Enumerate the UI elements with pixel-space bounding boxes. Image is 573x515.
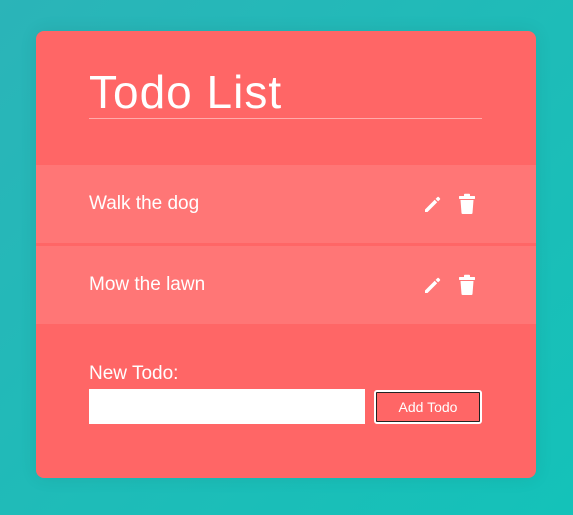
add-todo-button[interactable]: Add Todo xyxy=(374,390,482,424)
todo-list: Walk the dog Mow the lawn xyxy=(36,165,536,327)
title-divider xyxy=(89,118,482,119)
todo-text: Mow the lawn xyxy=(89,274,206,295)
pencil-icon[interactable] xyxy=(422,192,444,216)
page-title: Todo List xyxy=(89,66,283,118)
list-item: Mow the lawn xyxy=(36,246,536,324)
new-todo-input[interactable] xyxy=(89,389,365,424)
list-item: Walk the dog xyxy=(36,165,536,243)
todo-card: Todo List Walk the dog Mow the lawn New … xyxy=(36,31,536,478)
pencil-icon[interactable] xyxy=(422,273,444,297)
trash-icon[interactable] xyxy=(456,192,478,216)
trash-icon[interactable] xyxy=(456,273,478,297)
new-todo-form: New Todo: Add Todo xyxy=(89,363,489,424)
todo-text: Walk the dog xyxy=(89,193,200,214)
new-todo-label: New Todo: xyxy=(89,363,179,384)
